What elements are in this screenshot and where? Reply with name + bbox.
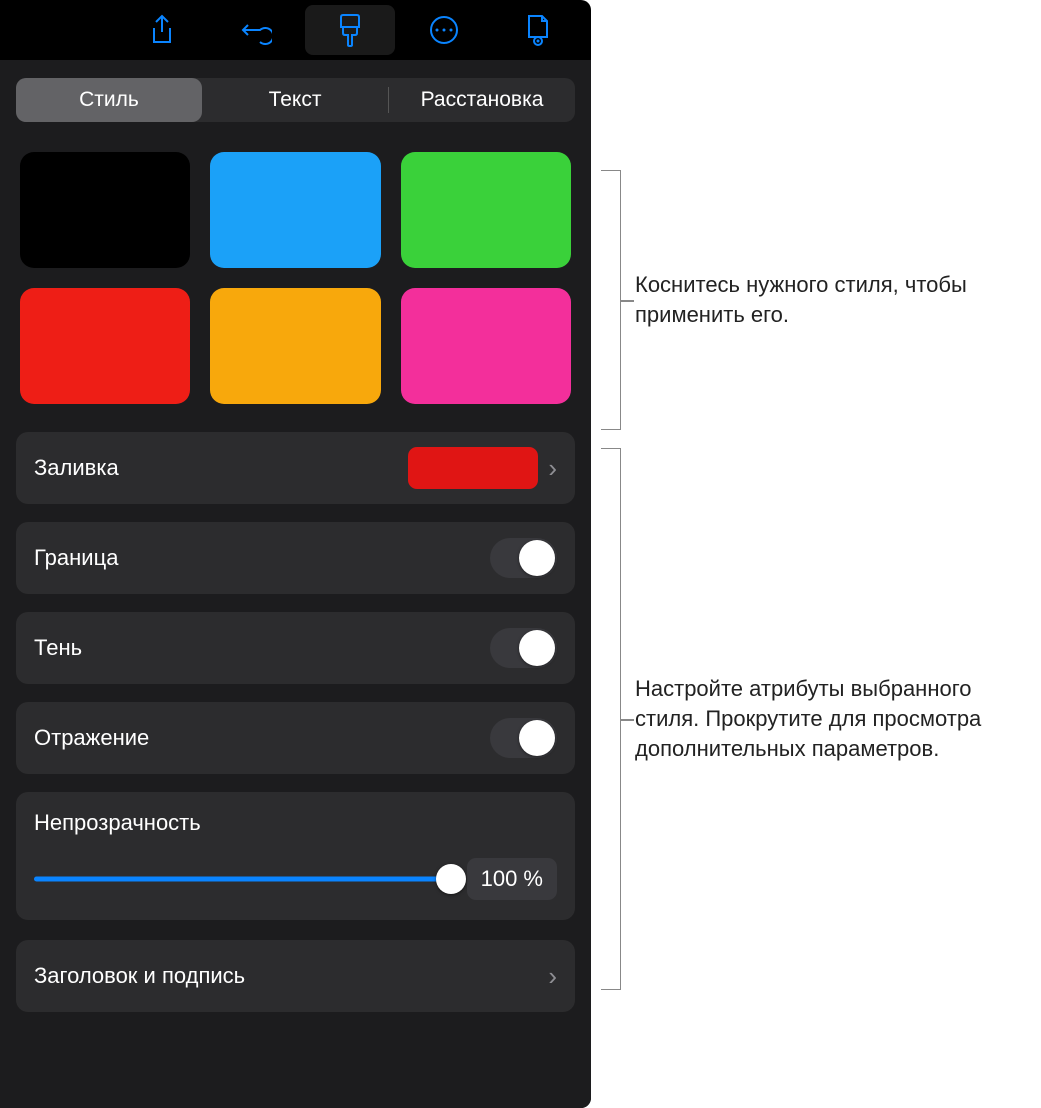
border-toggle[interactable] — [490, 538, 557, 578]
style-swatch-pink[interactable] — [401, 288, 571, 404]
shadow-toggle[interactable] — [490, 628, 557, 668]
toggle-knob — [519, 720, 555, 756]
fill-label: Заливка — [34, 455, 408, 481]
undo-button[interactable] — [211, 5, 301, 55]
document-view-button[interactable] — [493, 5, 583, 55]
chevron-right-icon: › — [548, 961, 557, 992]
reflection-toggle[interactable] — [490, 718, 557, 758]
callout-styles: Коснитесь нужного стиля, чтобы применить… — [601, 170, 1035, 430]
style-swatch-orange[interactable] — [210, 288, 380, 404]
top-toolbar — [0, 0, 591, 60]
opacity-slider-row: 100 % — [34, 858, 557, 900]
undo-icon — [240, 15, 272, 45]
slider-thumb[interactable] — [436, 864, 466, 894]
callout-attributes: Настройте атрибуты выбранного стиля. Про… — [601, 448, 1035, 990]
tab-text[interactable]: Текст — [202, 78, 388, 122]
chevron-right-icon: › — [548, 453, 557, 484]
document-view-icon — [523, 13, 553, 47]
fill-color-chip — [408, 447, 538, 489]
toggle-knob — [519, 630, 555, 666]
style-swatch-red[interactable] — [20, 288, 190, 404]
opacity-value[interactable]: 100 % — [467, 858, 557, 900]
format-panel: Стиль Текст Расстановка Заливка › Границ… — [0, 0, 591, 1108]
panel-content: Стиль Текст Расстановка Заливка › Границ… — [0, 60, 591, 1108]
style-swatch-blue[interactable] — [210, 152, 380, 268]
opacity-slider[interactable] — [34, 864, 451, 894]
share-button[interactable] — [117, 5, 207, 55]
opacity-block: Непрозрачность 100 % — [16, 792, 575, 920]
fill-row[interactable]: Заливка › — [16, 432, 575, 504]
toggle-knob — [519, 540, 555, 576]
format-button[interactable] — [305, 5, 395, 55]
style-swatch-grid — [16, 152, 575, 404]
border-row[interactable]: Граница — [16, 522, 575, 594]
title-caption-row[interactable]: Заголовок и подпись › — [16, 940, 575, 1012]
slider-track — [34, 877, 451, 882]
title-caption-label: Заголовок и подпись — [34, 963, 548, 989]
style-swatch-black[interactable] — [20, 152, 190, 268]
share-icon — [148, 14, 176, 46]
bracket-icon — [601, 448, 621, 990]
callout-attributes-text: Настройте атрибуты выбранного стиля. Про… — [635, 674, 1035, 763]
border-label: Граница — [34, 545, 490, 571]
reflection-label: Отражение — [34, 725, 490, 751]
shadow-label: Тень — [34, 635, 490, 661]
segment-control: Стиль Текст Расстановка — [16, 78, 575, 122]
style-swatch-green[interactable] — [401, 152, 571, 268]
callouts-region: Коснитесь нужного стиля, чтобы применить… — [591, 0, 1041, 1108]
callout-styles-text: Коснитесь нужного стиля, чтобы применить… — [635, 270, 1035, 329]
more-button[interactable] — [399, 5, 489, 55]
tab-style[interactable]: Стиль — [16, 78, 202, 122]
opacity-label: Непрозрачность — [34, 810, 557, 836]
bracket-icon — [601, 170, 621, 430]
shadow-row[interactable]: Тень — [16, 612, 575, 684]
reflection-row[interactable]: Отражение — [16, 702, 575, 774]
tab-arrange[interactable]: Расстановка — [389, 78, 575, 122]
more-icon — [428, 14, 460, 46]
format-brush-icon — [335, 13, 365, 47]
